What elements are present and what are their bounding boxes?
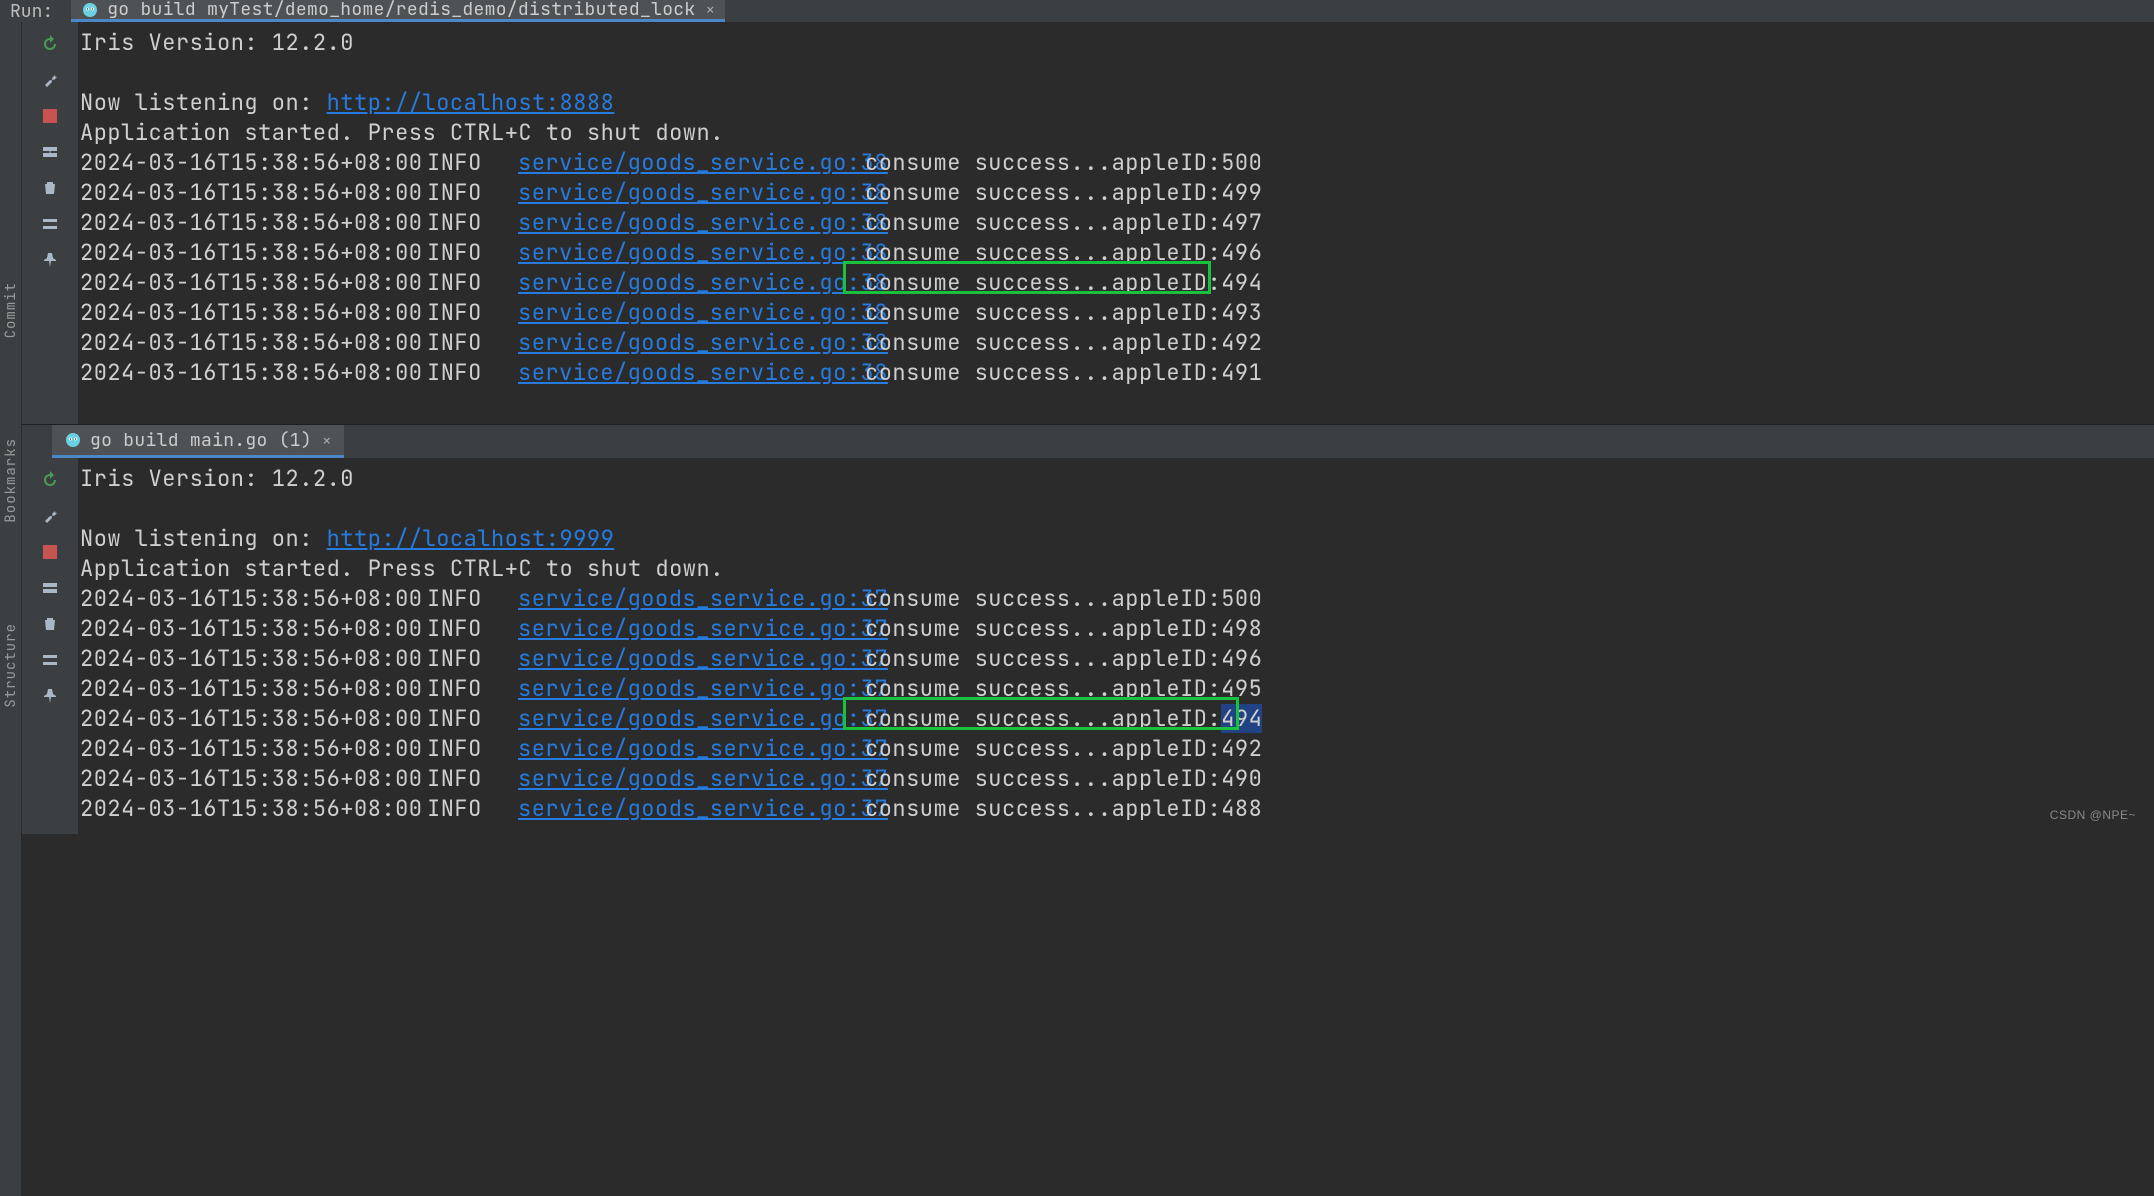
stop-icon[interactable] [38,540,62,564]
close-icon[interactable]: × [322,430,332,451]
source-link[interactable]: service/goods_service.go:38 [518,298,888,327]
run-label: Run: [10,0,53,23]
log-row: 2024-03-16T15:38:56+08:00INFOservice/goo… [78,178,2154,208]
listening-line: Now listening on: http://localhost:8888 [78,88,2154,118]
console-gutter-2 [22,458,78,834]
source-link[interactable]: service/goods_service.go:38 [518,208,888,237]
run-top-bar: Run: go build myTest/demo_home/redis_dem… [0,0,2154,22]
source-link[interactable]: service/goods_service.go:37 [518,644,888,673]
source-link[interactable]: service/goods_service.go:38 [518,178,888,207]
log-row: 2024-03-16T15:38:56+08:00INFOservice/goo… [78,328,2154,358]
app-started-line: Application started. Press CTRL+C to shu… [78,554,2154,584]
gopher-icon [81,1,99,19]
iris-version-line: Iris Version: 12.2.0 [78,28,2154,58]
source-link[interactable]: service/goods_service.go:38 [518,148,888,177]
layout-icon[interactable] [38,576,62,600]
console-output-1[interactable]: Iris Version: 12.2.0 Now listening on: h… [78,22,2154,424]
rerun-icon[interactable] [38,32,62,56]
pin-icon[interactable] [38,684,62,708]
left-tool-stripe[interactable]: Commit Bookmarks Structure [0,22,22,1196]
log-row: 2024-03-16T15:38:56+08:00INFOservice/goo… [78,584,2154,614]
structure-toolwindow-button[interactable]: Structure [2,623,20,708]
source-link[interactable]: service/goods_service.go:38 [518,268,888,297]
bookmarks-toolwindow-button[interactable]: Bookmarks [2,438,20,523]
soft-wrap-icon[interactable] [38,212,62,236]
listen-url-link[interactable]: http://localhost:9999 [327,524,615,553]
run-config-tab-1[interactable]: go build myTest/demo_home/redis_demo/dis… [71,0,725,22]
source-link[interactable]: service/goods_service.go:37 [518,584,888,613]
console-pane-2: Iris Version: 12.2.0 Now listening on: h… [22,458,2154,834]
wrench-icon[interactable] [38,504,62,528]
run-config-tab-label: go build myTest/demo_home/redis_demo/dis… [107,0,695,21]
source-link[interactable]: service/goods_service.go:38 [518,328,888,357]
soft-wrap-icon[interactable] [38,648,62,672]
console-pane-1: Iris Version: 12.2.0 Now listening on: h… [22,22,2154,424]
log-row: 2024-03-16T15:38:56+08:00INFOservice/goo… [78,238,2154,268]
log-row: 2024-03-16T15:38:56+08:00INFOservice/goo… [78,208,2154,238]
log-row: 2024-03-16T15:38:56+08:00INFOservice/goo… [78,704,2154,734]
source-link[interactable]: service/goods_service.go:37 [518,614,888,643]
source-link[interactable]: service/goods_service.go:37 [518,674,888,703]
log-row: 2024-03-16T15:38:56+08:00INFOservice/goo… [78,674,2154,704]
run-tab-bar-2: go build main.go (1) × [22,424,2154,458]
trash-icon[interactable] [38,612,62,636]
log-row: 2024-03-16T15:38:56+08:00INFOservice/goo… [78,358,2154,388]
log-row: 2024-03-16T15:38:56+08:00INFOservice/goo… [78,148,2154,178]
app-started-line: Application started. Press CTRL+C to shu… [78,118,2154,148]
stop-icon[interactable] [38,104,62,128]
log-row: 2024-03-16T15:38:56+08:00INFOservice/goo… [78,268,2154,298]
wrench-icon[interactable] [38,68,62,92]
console-gutter-1 [22,22,78,424]
iris-version-line: Iris Version: 12.2.0 [78,464,2154,494]
log-row: 2024-03-16T15:38:56+08:00INFOservice/goo… [78,614,2154,644]
commit-toolwindow-button[interactable]: Commit [2,282,20,338]
log-row: 2024-03-16T15:38:56+08:00INFOservice/goo… [78,764,2154,794]
close-icon[interactable]: × [706,0,716,20]
source-link[interactable]: service/goods_service.go:38 [518,238,888,267]
source-link[interactable]: service/goods_service.go:38 [518,358,888,387]
selection: 494 [1221,704,1262,733]
source-link[interactable]: service/goods_service.go:37 [518,734,888,763]
layout-icon[interactable] [38,140,62,164]
source-link[interactable]: service/goods_service.go:37 [518,794,888,823]
console-output-2[interactable]: Iris Version: 12.2.0 Now listening on: h… [78,458,2154,834]
run-config-tab2-label: go build main.go (1) [90,429,312,452]
gopher-icon [64,431,82,449]
log-row: 2024-03-16T15:38:56+08:00INFOservice/goo… [78,298,2154,328]
listen-url-link[interactable]: http://localhost:8888 [327,88,615,117]
log-row: 2024-03-16T15:38:56+08:00INFOservice/goo… [78,734,2154,764]
log-row: 2024-03-16T15:38:56+08:00INFOservice/goo… [78,794,2154,824]
trash-icon[interactable] [38,176,62,200]
log-row: 2024-03-16T15:38:56+08:00INFOservice/goo… [78,644,2154,674]
listening-line: Now listening on: http://localhost:9999 [78,524,2154,554]
source-link[interactable]: service/goods_service.go:37 [518,704,888,733]
blank-line [78,58,2154,88]
pin-icon[interactable] [38,248,62,272]
source-link[interactable]: service/goods_service.go:37 [518,764,888,793]
run-config-tab-2[interactable]: go build main.go (1) × [52,425,344,458]
rerun-icon[interactable] [38,468,62,492]
blank-line [78,494,2154,524]
watermark-text: CSDN @NPE~ [2050,800,2136,830]
